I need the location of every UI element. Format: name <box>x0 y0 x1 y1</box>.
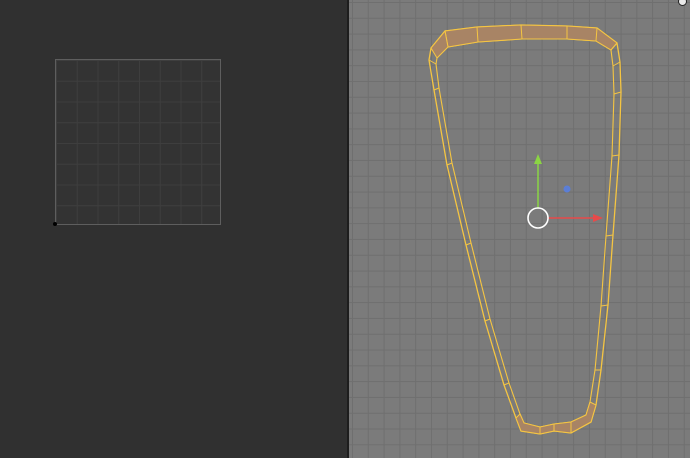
uv-origin-point <box>53 222 57 226</box>
mesh-top-faces <box>444 24 618 51</box>
mesh-edge-rungs <box>428 24 622 434</box>
uv-grid[interactable] <box>55 59 221 225</box>
mesh-outer-edge <box>428 24 622 435</box>
mesh-bottom-faces <box>515 401 597 435</box>
selected-mesh[interactable] <box>428 24 622 435</box>
viewport-canvas[interactable] <box>349 0 690 458</box>
move-gizmo-icon[interactable] <box>527 154 603 229</box>
mesh-top-left-face <box>430 29 449 59</box>
uv-editor-panel[interactable] <box>0 0 347 458</box>
y-axis-arrowhead[interactable] <box>534 154 542 164</box>
editor-window <box>0 0 690 458</box>
3d-viewport[interactable] <box>349 0 690 458</box>
gizmo-center-ring[interactable] <box>527 207 549 229</box>
z-axis-handle[interactable] <box>563 185 571 193</box>
x-axis-arrowhead[interactable] <box>593 214 603 222</box>
